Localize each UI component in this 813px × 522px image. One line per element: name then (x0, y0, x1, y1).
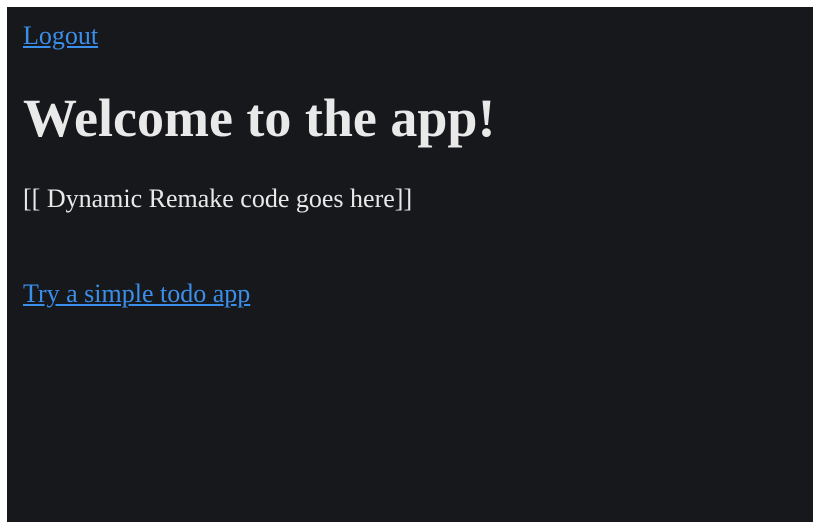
dynamic-code-placeholder: [[ Dynamic Remake code goes here]] (23, 184, 413, 213)
logout-link[interactable]: Logout (23, 21, 98, 51)
todo-app-link[interactable]: Try a simple todo app (23, 279, 250, 309)
app-page: Logout Welcome to the app! [[ Dynamic Re… (7, 7, 813, 522)
page-title: Welcome to the app! (23, 88, 496, 148)
